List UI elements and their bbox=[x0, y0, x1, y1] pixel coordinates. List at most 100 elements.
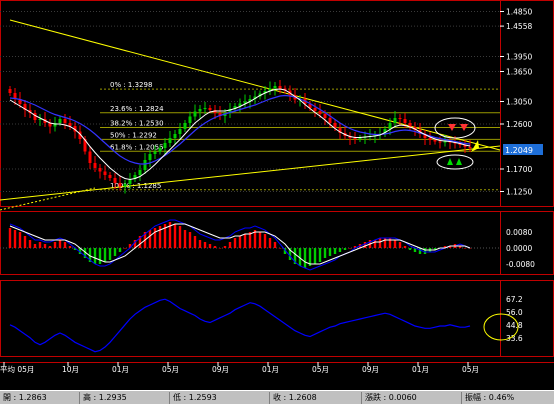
macd-tick-label: -0.0080 bbox=[506, 260, 535, 269]
status-change: 漲跌 : 0.0060 bbox=[362, 391, 462, 404]
up-candle bbox=[148, 154, 152, 160]
macd-histogram-bar bbox=[348, 248, 352, 249]
macd-histogram-bar bbox=[343, 248, 347, 250]
up-candle bbox=[123, 184, 127, 187]
price-tick-label: 1.3950 bbox=[506, 53, 532, 62]
macd-histogram-bar bbox=[423, 248, 427, 254]
up-candle bbox=[168, 138, 172, 143]
down-candle bbox=[103, 171, 107, 175]
macd-histogram-bar bbox=[48, 246, 52, 248]
macd-histogram-bar bbox=[418, 248, 422, 254]
macd-histogram-bar bbox=[68, 246, 72, 248]
macd-histogram-bar bbox=[263, 234, 267, 248]
status-close: 收 : 1.2608 bbox=[270, 391, 362, 404]
macd-histogram-bar bbox=[208, 244, 212, 248]
down-candle bbox=[208, 108, 212, 110]
macd-histogram-bar bbox=[108, 248, 112, 260]
price-tick-label: 1.1250 bbox=[506, 188, 532, 197]
up-candle bbox=[138, 170, 142, 175]
macd-histogram-bar bbox=[103, 248, 107, 262]
macd-histogram-bar bbox=[463, 248, 467, 249]
macd-histogram-bar bbox=[323, 248, 327, 258]
macd-histogram-bar bbox=[113, 248, 117, 256]
fib-level-label: 38.2% : 1.2530 bbox=[110, 120, 164, 128]
macd-histogram-bar bbox=[258, 232, 262, 248]
macd-axis: 0.0080 0.0000 -0.0080 bbox=[506, 228, 535, 269]
macd-histogram-bar bbox=[178, 226, 182, 248]
down-candle bbox=[313, 108, 317, 111]
macd-histogram-bar bbox=[273, 242, 277, 248]
down-candle bbox=[323, 114, 327, 118]
up-candle bbox=[188, 116, 192, 123]
down-candle bbox=[328, 118, 332, 123]
down-candle bbox=[88, 151, 92, 163]
macd-histogram-bar bbox=[148, 230, 152, 248]
chart-window: 0% : 1.3298 23.6% : 1.2824 38.2% : 1.2530 5… bbox=[0, 0, 554, 404]
macd-histogram-bar bbox=[333, 248, 337, 254]
time-axis: 平均 05月 10月 01月 05月 09月 01月 05月 09月 01月 05月 bbox=[0, 362, 479, 374]
macd-histogram-bar bbox=[183, 230, 187, 248]
up-candle bbox=[58, 119, 62, 123]
down-candle bbox=[8, 89, 12, 93]
up-candle bbox=[358, 138, 362, 139]
fib-level-label: 23.6% : 1.2824 bbox=[110, 105, 164, 113]
price-tick-label: 1.4558 bbox=[506, 22, 532, 31]
time-tick-label: 01月 bbox=[262, 365, 279, 374]
down-candle bbox=[433, 140, 437, 142]
macd-histogram-bar bbox=[28, 240, 32, 248]
down-candle bbox=[403, 119, 407, 123]
up-candle bbox=[203, 108, 207, 109]
up-candle bbox=[183, 123, 187, 129]
fib-level-label: 50% : 1.2292 bbox=[110, 131, 157, 139]
up-candle bbox=[153, 151, 157, 154]
price-tick-label: 1.4850 bbox=[506, 8, 532, 17]
macd-tick-label: 0.0080 bbox=[506, 228, 532, 237]
up-candle bbox=[38, 119, 42, 120]
time-tick-label: 10月 bbox=[62, 365, 79, 374]
down-candle bbox=[98, 168, 102, 172]
macd-histogram-bar bbox=[38, 242, 42, 248]
oscillator-panel-frame bbox=[0, 280, 501, 357]
up-candle bbox=[173, 134, 177, 138]
up-candle bbox=[143, 160, 147, 170]
macd-histogram-bar bbox=[213, 246, 217, 248]
time-tick-label: 05月 bbox=[312, 365, 329, 374]
up-candle bbox=[273, 86, 277, 89]
last-price-label: 1.2049 bbox=[505, 146, 533, 155]
macd-histogram-bar bbox=[393, 240, 397, 248]
macd-histogram-bar bbox=[23, 236, 27, 248]
down-candle bbox=[398, 118, 402, 119]
fib-level-label: 61.8% : 1.2055 bbox=[110, 143, 164, 151]
down-candle bbox=[438, 141, 442, 143]
macd-histogram-bar bbox=[18, 232, 22, 248]
status-low: 低 : 1.2593 bbox=[170, 391, 270, 404]
macd-histogram-bar bbox=[193, 236, 197, 248]
macd-histogram-bar bbox=[203, 242, 207, 248]
macd-tick-label: 0.0000 bbox=[506, 244, 532, 253]
macd-histogram-bar bbox=[303, 248, 307, 268]
macd-histogram-bar bbox=[33, 244, 37, 248]
macd-histogram-bar bbox=[233, 238, 237, 248]
macd-histogram-bar bbox=[13, 230, 17, 248]
up-candle bbox=[393, 118, 397, 123]
down-candle bbox=[468, 147, 472, 148]
up-candle bbox=[158, 148, 162, 152]
oscillator-tick-label: 67.2 bbox=[506, 295, 523, 304]
status-bar: 開 : 1.2863 高 : 1.2935 低 : 1.2593 收 : 1.2… bbox=[0, 390, 554, 404]
macd-histogram-bar bbox=[173, 224, 177, 248]
down-candle bbox=[68, 123, 72, 126]
time-tick-label: 01月 bbox=[112, 365, 129, 374]
macd-histogram-bar bbox=[378, 238, 382, 248]
price-tick-label: 1.3650 bbox=[506, 68, 532, 77]
down-candle bbox=[278, 86, 282, 89]
fib-level-label: 0% : 1.3298 bbox=[110, 81, 152, 89]
macd-histogram-bar bbox=[218, 248, 222, 249]
macd-histogram-bar bbox=[228, 242, 232, 248]
macd-histogram-bar bbox=[43, 244, 47, 248]
time-tick-label: 平均 05月 bbox=[0, 364, 34, 374]
time-tick-label: 05月 bbox=[462, 365, 479, 374]
up-candle bbox=[388, 123, 392, 129]
status-open: 開 : 1.2863 bbox=[0, 391, 80, 404]
macd-histogram-bar bbox=[93, 248, 97, 264]
macd-histogram-bar bbox=[328, 248, 332, 256]
